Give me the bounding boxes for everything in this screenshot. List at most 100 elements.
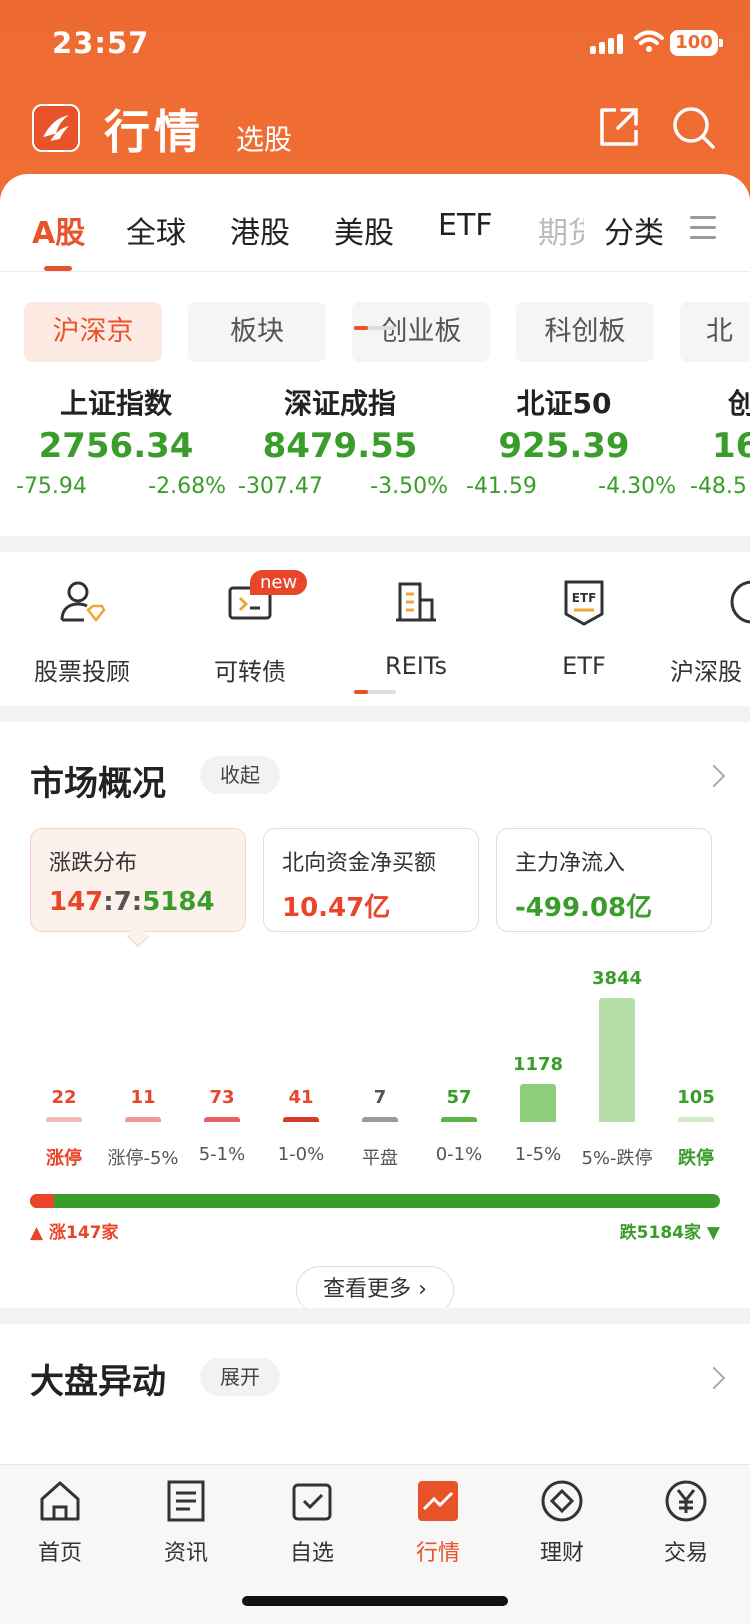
index-name: 深证成指 bbox=[283, 387, 396, 420]
tool-reits[interactable]: REITs bbox=[336, 578, 496, 680]
chart-column: 3844 5%-跌停 bbox=[581, 948, 653, 1169]
stat-value: 10.47亿 bbox=[282, 893, 391, 923]
stat-card-northbound[interactable]: 北向资金净买额 10.47亿 bbox=[263, 828, 479, 932]
home-indicator[interactable] bbox=[242, 1596, 508, 1606]
battery-icon: 100 bbox=[670, 30, 723, 56]
chart-bar bbox=[362, 1117, 398, 1122]
index-pct: -2.68% bbox=[148, 474, 226, 499]
index-pct: -4.30% bbox=[598, 474, 676, 499]
index-card[interactable]: 北证50 925.39 bbox=[454, 382, 674, 466]
market-overview: 市场概况 收起 涨跌分布 147:7:5184 北向资金净买额 10.47亿 主… bbox=[0, 728, 750, 1314]
stat-label: 主力净流入 bbox=[515, 851, 626, 876]
market-overview-title: 市场概况 bbox=[30, 764, 166, 804]
chart-column: 11 涨停-5% bbox=[107, 948, 179, 1169]
index-change: -75.94 bbox=[16, 474, 87, 499]
up-down-ratio-bar bbox=[30, 1194, 720, 1208]
nav-news[interactable]: 资讯 bbox=[136, 1479, 236, 1567]
index-name: 上证指数 bbox=[59, 387, 172, 420]
tab-us[interactable]: 美股 bbox=[334, 208, 394, 252]
chart-column: 1178 1-5% bbox=[502, 948, 574, 1165]
divider bbox=[0, 536, 750, 552]
new-badge: new bbox=[250, 570, 308, 595]
status-time: 23:57 bbox=[52, 26, 150, 60]
nav-home[interactable]: 首页 bbox=[10, 1479, 110, 1567]
distribution-chart: 22 涨停 11 涨停-5% 73 5-1% 41 1-0% 7 平盘 57 0-1% 1178 1-5%… bbox=[28, 948, 728, 1169]
tab-futures[interactable]: 期货 bbox=[538, 208, 584, 252]
divider bbox=[0, 706, 750, 722]
expand-button[interactable]: 展开 bbox=[200, 1358, 280, 1396]
view-more-button[interactable]: 查看更多 › bbox=[296, 1266, 454, 1314]
nav-label: 资讯 bbox=[163, 1541, 208, 1566]
stat-value: 147:7:5184 bbox=[49, 887, 227, 917]
separator: : bbox=[131, 887, 143, 917]
index-card[interactable]: 深证成指 8479.55 bbox=[230, 382, 450, 466]
tool-advisor[interactable]: 股票投顾 bbox=[2, 578, 162, 687]
tab-etf[interactable]: ETF bbox=[438, 208, 493, 243]
collapse-button[interactable]: 收起 bbox=[200, 756, 280, 794]
index-carousel: 上证指数 2756.34 -75.94 -2.68% 深证成指 8479.55 … bbox=[0, 326, 750, 512]
chart-category-label: 1-5% bbox=[514, 1144, 562, 1165]
nav-wealth[interactable]: 理财 bbox=[512, 1479, 612, 1567]
market-tabs: A股 全球 港股 美股 ETF 期货 分类 bbox=[0, 174, 750, 272]
tab-active-indicator bbox=[44, 266, 72, 271]
abnormal-title: 大盘异动 bbox=[30, 1362, 166, 1402]
subtab-sector[interactable]: 板块 bbox=[188, 302, 326, 362]
index-value: 8479.55 bbox=[262, 426, 418, 466]
tab-hk[interactable]: 港股 bbox=[230, 208, 290, 252]
share-icon[interactable] bbox=[596, 104, 642, 150]
chevron-right-icon[interactable] bbox=[702, 1366, 726, 1390]
index-value: 925.39 bbox=[498, 426, 630, 466]
tool-hs-stock[interactable]: 沪深股 bbox=[668, 578, 750, 687]
tab-global[interactable]: 全球 bbox=[126, 208, 186, 252]
chart-value-label: 22 bbox=[51, 1087, 77, 1108]
tools-pager bbox=[354, 690, 396, 694]
nav-watchlist[interactable]: 自选 bbox=[262, 1479, 362, 1567]
separator: : bbox=[103, 887, 114, 917]
nav-market[interactable]: 行情 bbox=[388, 1479, 488, 1567]
tab-category[interactable]: 分类 bbox=[604, 208, 664, 252]
chart-value-label: 1178 bbox=[512, 1054, 564, 1075]
reits-icon bbox=[396, 582, 436, 622]
arrow-down-icon: ▼ bbox=[706, 1223, 720, 1243]
index-pager bbox=[354, 326, 396, 330]
chart-value-label: 7 bbox=[373, 1087, 387, 1108]
divider bbox=[0, 1308, 750, 1324]
stat-card-distribution[interactable]: 涨跌分布 147:7:5184 bbox=[30, 828, 246, 932]
tool-etf[interactable]: ETF ETF bbox=[504, 578, 664, 680]
sub-tabs: 沪深京 板块 创业板 科创板 北交所 bbox=[0, 302, 750, 364]
index-value: 16 bbox=[712, 426, 750, 466]
chart-column: 73 5-1% bbox=[186, 948, 258, 1165]
tab-a-shares[interactable]: A股 bbox=[32, 208, 85, 252]
chart-column: 7 平盘 bbox=[344, 948, 416, 1169]
nav-trade[interactable]: 交易 bbox=[636, 1479, 736, 1567]
nav-label: 理财 bbox=[539, 1541, 584, 1566]
chart-bar bbox=[125, 1117, 161, 1122]
chart-column: 57 0-1% bbox=[423, 948, 495, 1165]
signal-icon bbox=[590, 32, 626, 54]
chart-value-label: 11 bbox=[130, 1087, 156, 1108]
subtab-gem[interactable]: 创业板 bbox=[352, 302, 490, 362]
subtab-bse[interactable]: 北交所 bbox=[680, 302, 750, 362]
home-icon bbox=[40, 1481, 80, 1521]
index-card[interactable]: 上证指数 2756.34 bbox=[6, 382, 226, 466]
news-icon bbox=[167, 1480, 205, 1522]
stat-value: -499.08亿 bbox=[515, 893, 653, 923]
wealth-icon bbox=[541, 1480, 583, 1522]
flat-count: 7 bbox=[113, 887, 132, 917]
search-icon[interactable] bbox=[670, 104, 716, 150]
chart-bar bbox=[283, 1117, 319, 1122]
arrow-up-icon: ▲ bbox=[30, 1223, 44, 1243]
chart-bar bbox=[599, 998, 635, 1122]
stat-label: 北向资金净买额 bbox=[282, 851, 437, 876]
hs-stock-icon bbox=[730, 580, 750, 624]
index-name: 创业板指 bbox=[728, 387, 750, 420]
chart-bar bbox=[46, 1117, 82, 1122]
stat-card-main-flow[interactable]: 主力净流入 -499.08亿 bbox=[496, 828, 712, 932]
index-change: -48.5 bbox=[690, 474, 747, 499]
stock-picker-link[interactable]: 选股 bbox=[236, 118, 292, 158]
menu-icon[interactable] bbox=[690, 216, 716, 239]
subtab-hs[interactable]: 沪深京 bbox=[24, 302, 162, 362]
subtab-star[interactable]: 科创板 bbox=[516, 302, 654, 362]
chevron-right-icon[interactable] bbox=[702, 764, 726, 788]
index-card[interactable]: 创业板指 16 -48.5 bbox=[690, 382, 750, 512]
